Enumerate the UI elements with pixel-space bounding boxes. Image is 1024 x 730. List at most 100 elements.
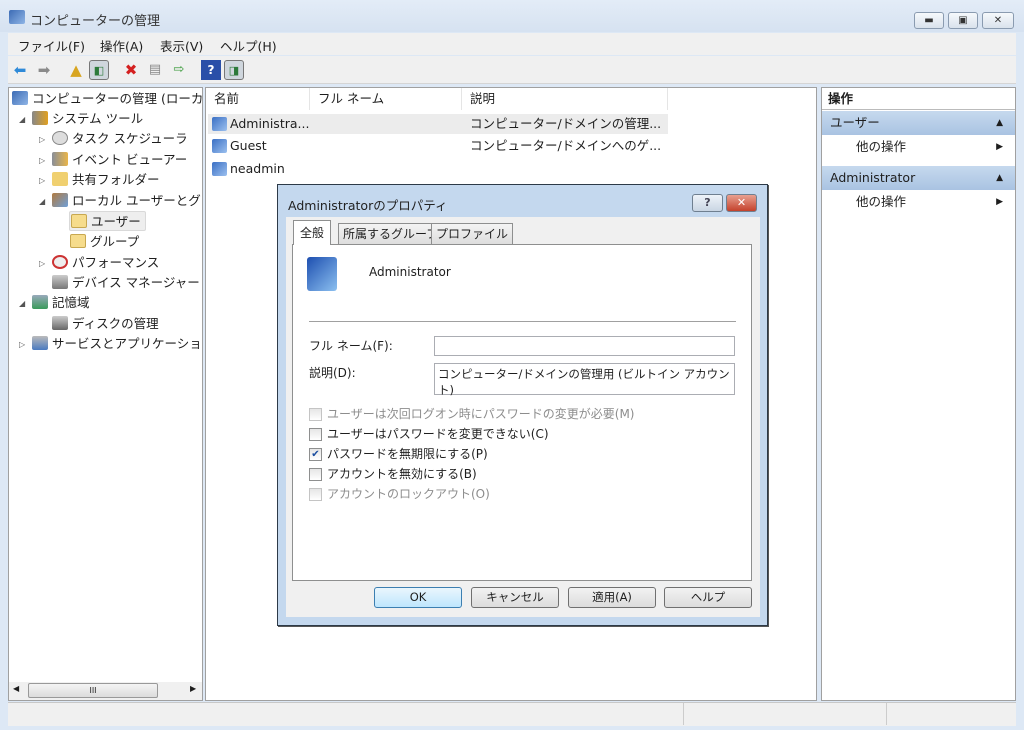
dialog-help-button[interactable]: ?	[692, 194, 723, 212]
scroll-right-icon[interactable]: ▶	[190, 684, 196, 693]
expand-arrow-icon[interactable]: ▷	[39, 135, 45, 144]
account-name: Administrator	[369, 265, 451, 279]
tree-item-disk-management[interactable]: ディスクの管理	[52, 314, 159, 334]
tree-item-computer-management[interactable]: コンピューターの管理 (ローカ	[12, 89, 203, 109]
menu-action[interactable]: 操作(A)	[100, 36, 143, 55]
checkbox-cannot-change-password[interactable]: ユーザーはパスワードを変更できない(C)	[309, 425, 549, 443]
user-icon	[212, 117, 227, 131]
services-icon	[32, 336, 48, 350]
table-row[interactable]: Guest コンピューター/ドメインへのゲ...	[208, 136, 668, 156]
tree-item-performance[interactable]: パフォーマンス	[52, 253, 159, 273]
up-folder-icon[interactable]: ▲	[66, 60, 86, 80]
checkbox-account-disabled[interactable]: アカウントを無効にする(B)	[309, 465, 477, 483]
checkbox-must-change-password[interactable]: ユーザーは次回ログオン時にパスワードの変更が必要(M)	[309, 405, 634, 423]
dialog-help-text-button[interactable]: ヘルプ	[664, 587, 752, 608]
description-input[interactable]: コンピューター/ドメインの管理用 (ビルトイン アカウント)	[434, 363, 735, 397]
collapse-triangle-icon: ▲	[996, 173, 1003, 183]
submenu-arrow-icon: ▶	[996, 142, 1003, 152]
separator	[309, 321, 736, 322]
description-label: 説明(D):	[309, 366, 356, 380]
tree-item-shared-folders[interactable]: 共有フォルダー	[52, 170, 160, 190]
expand-arrow-icon[interactable]: ▷	[39, 156, 45, 165]
scrollbar-thumb[interactable]: III	[28, 683, 158, 698]
menu-help[interactable]: ヘルプ(H)	[220, 36, 277, 55]
user-icon	[212, 162, 227, 176]
tree-item-local-users-groups[interactable]: ローカル ユーザーとグ	[52, 191, 201, 211]
status-divider	[683, 703, 684, 725]
show-hide-action-pane-icon[interactable]: ◨	[224, 60, 244, 80]
column-header-description[interactable]: 説明	[462, 88, 668, 110]
expand-arrow-icon[interactable]: ▷	[39, 259, 45, 268]
action-more-actions[interactable]: 他の操作 ▶	[822, 135, 1015, 159]
maximize-button[interactable]: ▣	[948, 12, 978, 29]
performance-icon	[52, 255, 68, 269]
scroll-left-icon[interactable]: ◀	[13, 684, 19, 693]
tree-item-users[interactable]: ユーザー	[69, 211, 146, 231]
tree-item-system-tools[interactable]: システム ツール	[32, 109, 143, 129]
checkbox-account-locked-out[interactable]: アカウントのロックアウト(O)	[309, 485, 490, 503]
forward-icon[interactable]: ➡	[34, 60, 54, 80]
storage-icon	[32, 295, 48, 309]
window-title: コンピューターの管理	[30, 14, 161, 29]
submenu-arrow-icon: ▶	[996, 197, 1003, 207]
fullname-label: フル ネーム(F):	[309, 339, 393, 353]
clock-icon	[52, 131, 68, 145]
help-icon[interactable]: ?	[201, 60, 221, 80]
collapse-arrow-icon[interactable]: ◢	[39, 197, 45, 206]
event-viewer-icon	[52, 152, 68, 166]
tree-item-services-applications[interactable]: サービスとアプリケーショ	[32, 334, 200, 354]
cancel-button[interactable]: キャンセル	[471, 587, 559, 608]
actions-section-administrator[interactable]: Administrator ▲	[822, 166, 1015, 190]
status-bar	[8, 702, 1016, 726]
fullname-input[interactable]	[434, 336, 735, 356]
actions-header: 操作	[822, 88, 1015, 110]
show-hide-tree-icon[interactable]: ◧	[89, 60, 109, 80]
close-button[interactable]: ✕	[982, 12, 1014, 29]
disk-icon	[52, 316, 68, 330]
expand-arrow-icon[interactable]: ▷	[39, 176, 45, 185]
table-row[interactable]: neadmin	[208, 159, 668, 179]
tab-profile[interactable]: プロファイル	[431, 223, 514, 245]
back-icon[interactable]: ⬅	[10, 60, 30, 80]
folder-icon	[70, 234, 86, 248]
tree-item-storage[interactable]: 記憶域	[32, 293, 90, 313]
column-header-fullname[interactable]: フル ネーム	[310, 88, 462, 110]
user-icon	[212, 139, 227, 153]
minimize-button[interactable]: ▬	[914, 12, 944, 29]
users-icon	[52, 193, 68, 207]
tree-item-task-scheduler[interactable]: タスク スケジューラ	[52, 129, 188, 149]
tab-general[interactable]: 全般	[293, 220, 332, 245]
status-divider	[886, 703, 887, 725]
computer-icon	[12, 91, 28, 105]
tree-item-device-manager[interactable]: デバイス マネージャー	[52, 273, 200, 293]
export-list-icon[interactable]: ⇨	[169, 60, 189, 80]
expand-arrow-icon[interactable]: ▷	[19, 340, 25, 349]
column-header-name[interactable]: 名前	[206, 88, 310, 110]
menu-view[interactable]: 表示(V)	[160, 36, 203, 55]
dialog-close-button[interactable]: ✕	[726, 194, 757, 212]
properties-dialog: Administratorのプロパティ ? ✕ 全般 所属するグループ プロファ…	[277, 184, 768, 626]
collapse-arrow-icon[interactable]: ◢	[19, 299, 25, 308]
dialog-body: 全般 所属するグループ プロファイル Administrator フル ネーム(…	[286, 217, 760, 617]
user-account-icon	[307, 257, 337, 291]
dialog-title: Administratorのプロパティ	[288, 198, 448, 213]
folder-icon	[71, 214, 87, 228]
tools-icon	[32, 111, 48, 125]
tab-member-of[interactable]: 所属するグループ	[338, 223, 444, 245]
apply-button[interactable]: 適用(A)	[568, 587, 656, 608]
menu-file[interactable]: ファイル(F)	[18, 36, 85, 55]
collapse-arrow-icon[interactable]: ◢	[19, 115, 25, 124]
actions-section-users[interactable]: ユーザー ▲	[822, 111, 1015, 135]
shared-folder-icon	[52, 172, 68, 186]
ok-button[interactable]: OK	[374, 587, 462, 608]
properties-icon[interactable]: ▤	[145, 60, 165, 80]
tab-page-general: Administrator フル ネーム(F): 説明(D): コンピューター/…	[292, 244, 752, 581]
collapse-triangle-icon: ▲	[996, 118, 1003, 128]
tree-item-groups[interactable]: グループ	[70, 232, 139, 252]
delete-icon[interactable]: ✖	[121, 60, 141, 80]
device-manager-icon	[52, 275, 68, 289]
tree-item-event-viewer[interactable]: イベント ビューアー	[52, 150, 187, 170]
table-row[interactable]: Administra... コンピューター/ドメインの管理...	[208, 114, 668, 134]
action-more-actions[interactable]: 他の操作 ▶	[822, 190, 1015, 214]
checkbox-password-never-expires[interactable]: ✔ パスワードを無期限にする(P)	[309, 445, 488, 463]
